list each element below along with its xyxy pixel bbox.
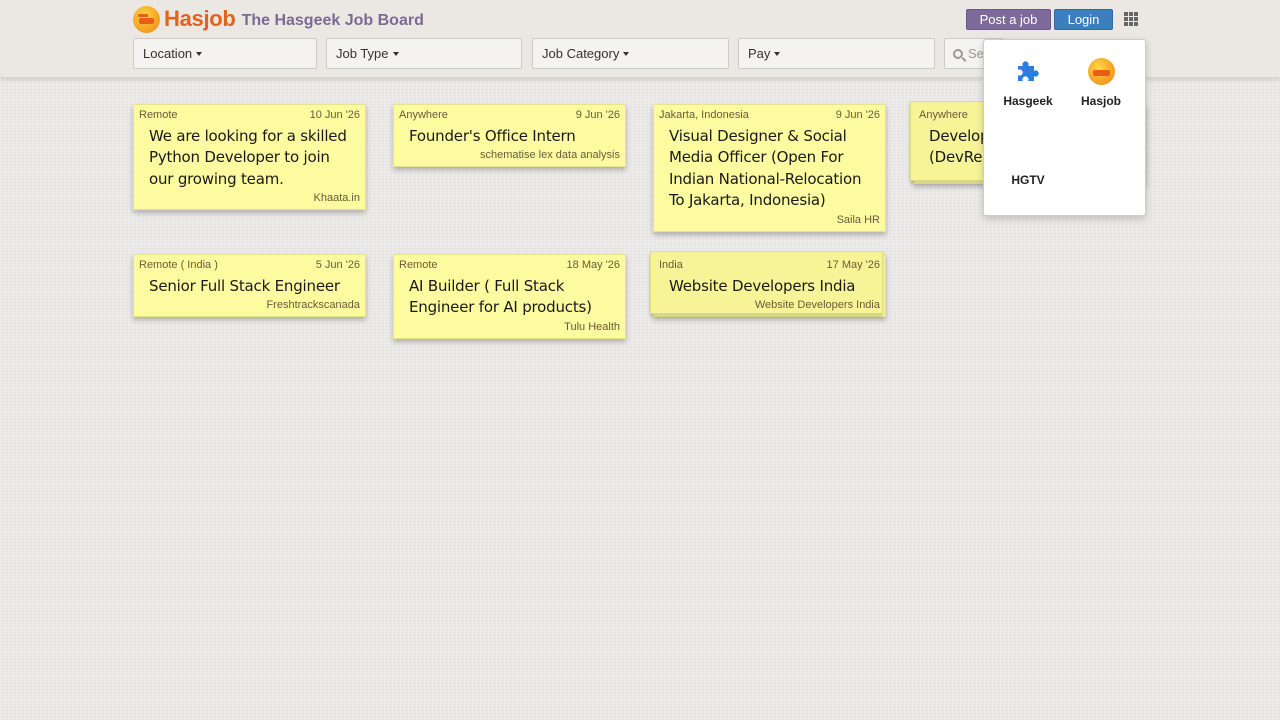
- app-label: Hasjob: [1080, 94, 1121, 108]
- job-category-filter-label: Job Category: [542, 46, 620, 61]
- job-location: Remote: [399, 259, 438, 271]
- job-company: Freshtrackscanada: [266, 299, 360, 312]
- job-company: Tulu Health: [564, 320, 620, 333]
- job-company: Khaata.in: [313, 192, 360, 205]
- job-type-filter-label: Job Type: [336, 46, 389, 61]
- job-location: Anywhere: [919, 109, 968, 121]
- job-date: 9 Jun '26: [575, 109, 620, 121]
- app-item-hgtv[interactable]: HGTV: [993, 173, 1063, 187]
- job-title: AI Builder ( Full Stack Engineer for AI …: [409, 277, 592, 317]
- pay-filter-label: Pay: [748, 46, 771, 61]
- app-item-hasgeek[interactable]: Hasgeek: [993, 56, 1063, 108]
- job-date: 18 May '26: [566, 259, 620, 271]
- apps-dropdown: Hasgeek Hasjob HGTV: [983, 39, 1146, 216]
- job-card[interactable]: India 17 May '26 Website Developers India…: [650, 250, 886, 318]
- job-title: Visual Designer & Social Media Officer (…: [669, 127, 862, 210]
- brand-tagline: The Hasgeek Job Board: [241, 12, 424, 29]
- job-title: We are looking for a skilled Python Deve…: [149, 127, 347, 188]
- job-company: Website Developers India: [754, 299, 880, 312]
- caret-down-icon: [774, 51, 781, 56]
- job-date: 9 Jun '26: [835, 109, 880, 121]
- job-title: Founder's Office Intern: [409, 127, 576, 145]
- job-location: India: [659, 259, 683, 271]
- job-type-filter[interactable]: Job Type: [326, 38, 522, 69]
- job-card[interactable]: Anywhere 9 Jun '26 Founder's Office Inter…: [393, 104, 626, 168]
- brand-link[interactable]: Hasjob The Hasgeek Job Board: [133, 5, 424, 33]
- job-company: Saila HR: [836, 213, 880, 226]
- hasjob-logo-icon: [1087, 57, 1115, 85]
- puzzle-icon: [993, 56, 1063, 86]
- job-card[interactable]: Jakarta, Indonesia 9 Jun '26 Visual Desig…: [653, 104, 886, 232]
- job-category-filter[interactable]: Job Category: [532, 38, 729, 69]
- caret-down-icon: [392, 51, 399, 56]
- login-button[interactable]: Login: [1054, 9, 1113, 30]
- location-filter-label: Location: [143, 46, 193, 61]
- app-item-hasjob[interactable]: Hasjob: [1066, 56, 1136, 108]
- job-title: Senior Full Stack Engineer: [149, 277, 340, 295]
- job-location: Remote ( India ): [139, 259, 218, 271]
- job-card[interactable]: Remote 18 May '26 AI Builder ( Full Stack…: [393, 254, 626, 339]
- job-date: 5 Jun '26: [315, 259, 360, 271]
- job-company: schematise lex data analysis: [479, 149, 620, 162]
- search-icon: [953, 48, 963, 59]
- brand-name: Hasjob: [164, 6, 236, 31]
- post-job-button[interactable]: Post a job: [966, 9, 1051, 30]
- job-card[interactable]: Remote 10 Jun '26 We are looking for a sk…: [133, 104, 366, 211]
- job-title: Website Developers India: [669, 277, 856, 295]
- job-location: Jakarta, Indonesia: [659, 109, 749, 121]
- hasjob-logo-icon: [133, 5, 160, 33]
- job-date: 10 Jun '26: [309, 109, 360, 121]
- job-card[interactable]: Remote ( India ) 5 Jun '26 Senior Full St…: [133, 254, 366, 318]
- app-label: Hasgeek: [1003, 94, 1053, 108]
- pay-filter[interactable]: Pay: [738, 38, 935, 69]
- location-filter[interactable]: Location: [133, 38, 317, 69]
- caret-down-icon: [196, 51, 203, 56]
- job-location: Anywhere: [399, 109, 448, 121]
- caret-down-icon: [623, 51, 630, 56]
- apps-grid-icon[interactable]: [1124, 12, 1140, 26]
- job-date: 17 May '26: [826, 259, 880, 271]
- job-location: Remote: [139, 109, 178, 121]
- app-label: HGTV: [1011, 173, 1045, 187]
